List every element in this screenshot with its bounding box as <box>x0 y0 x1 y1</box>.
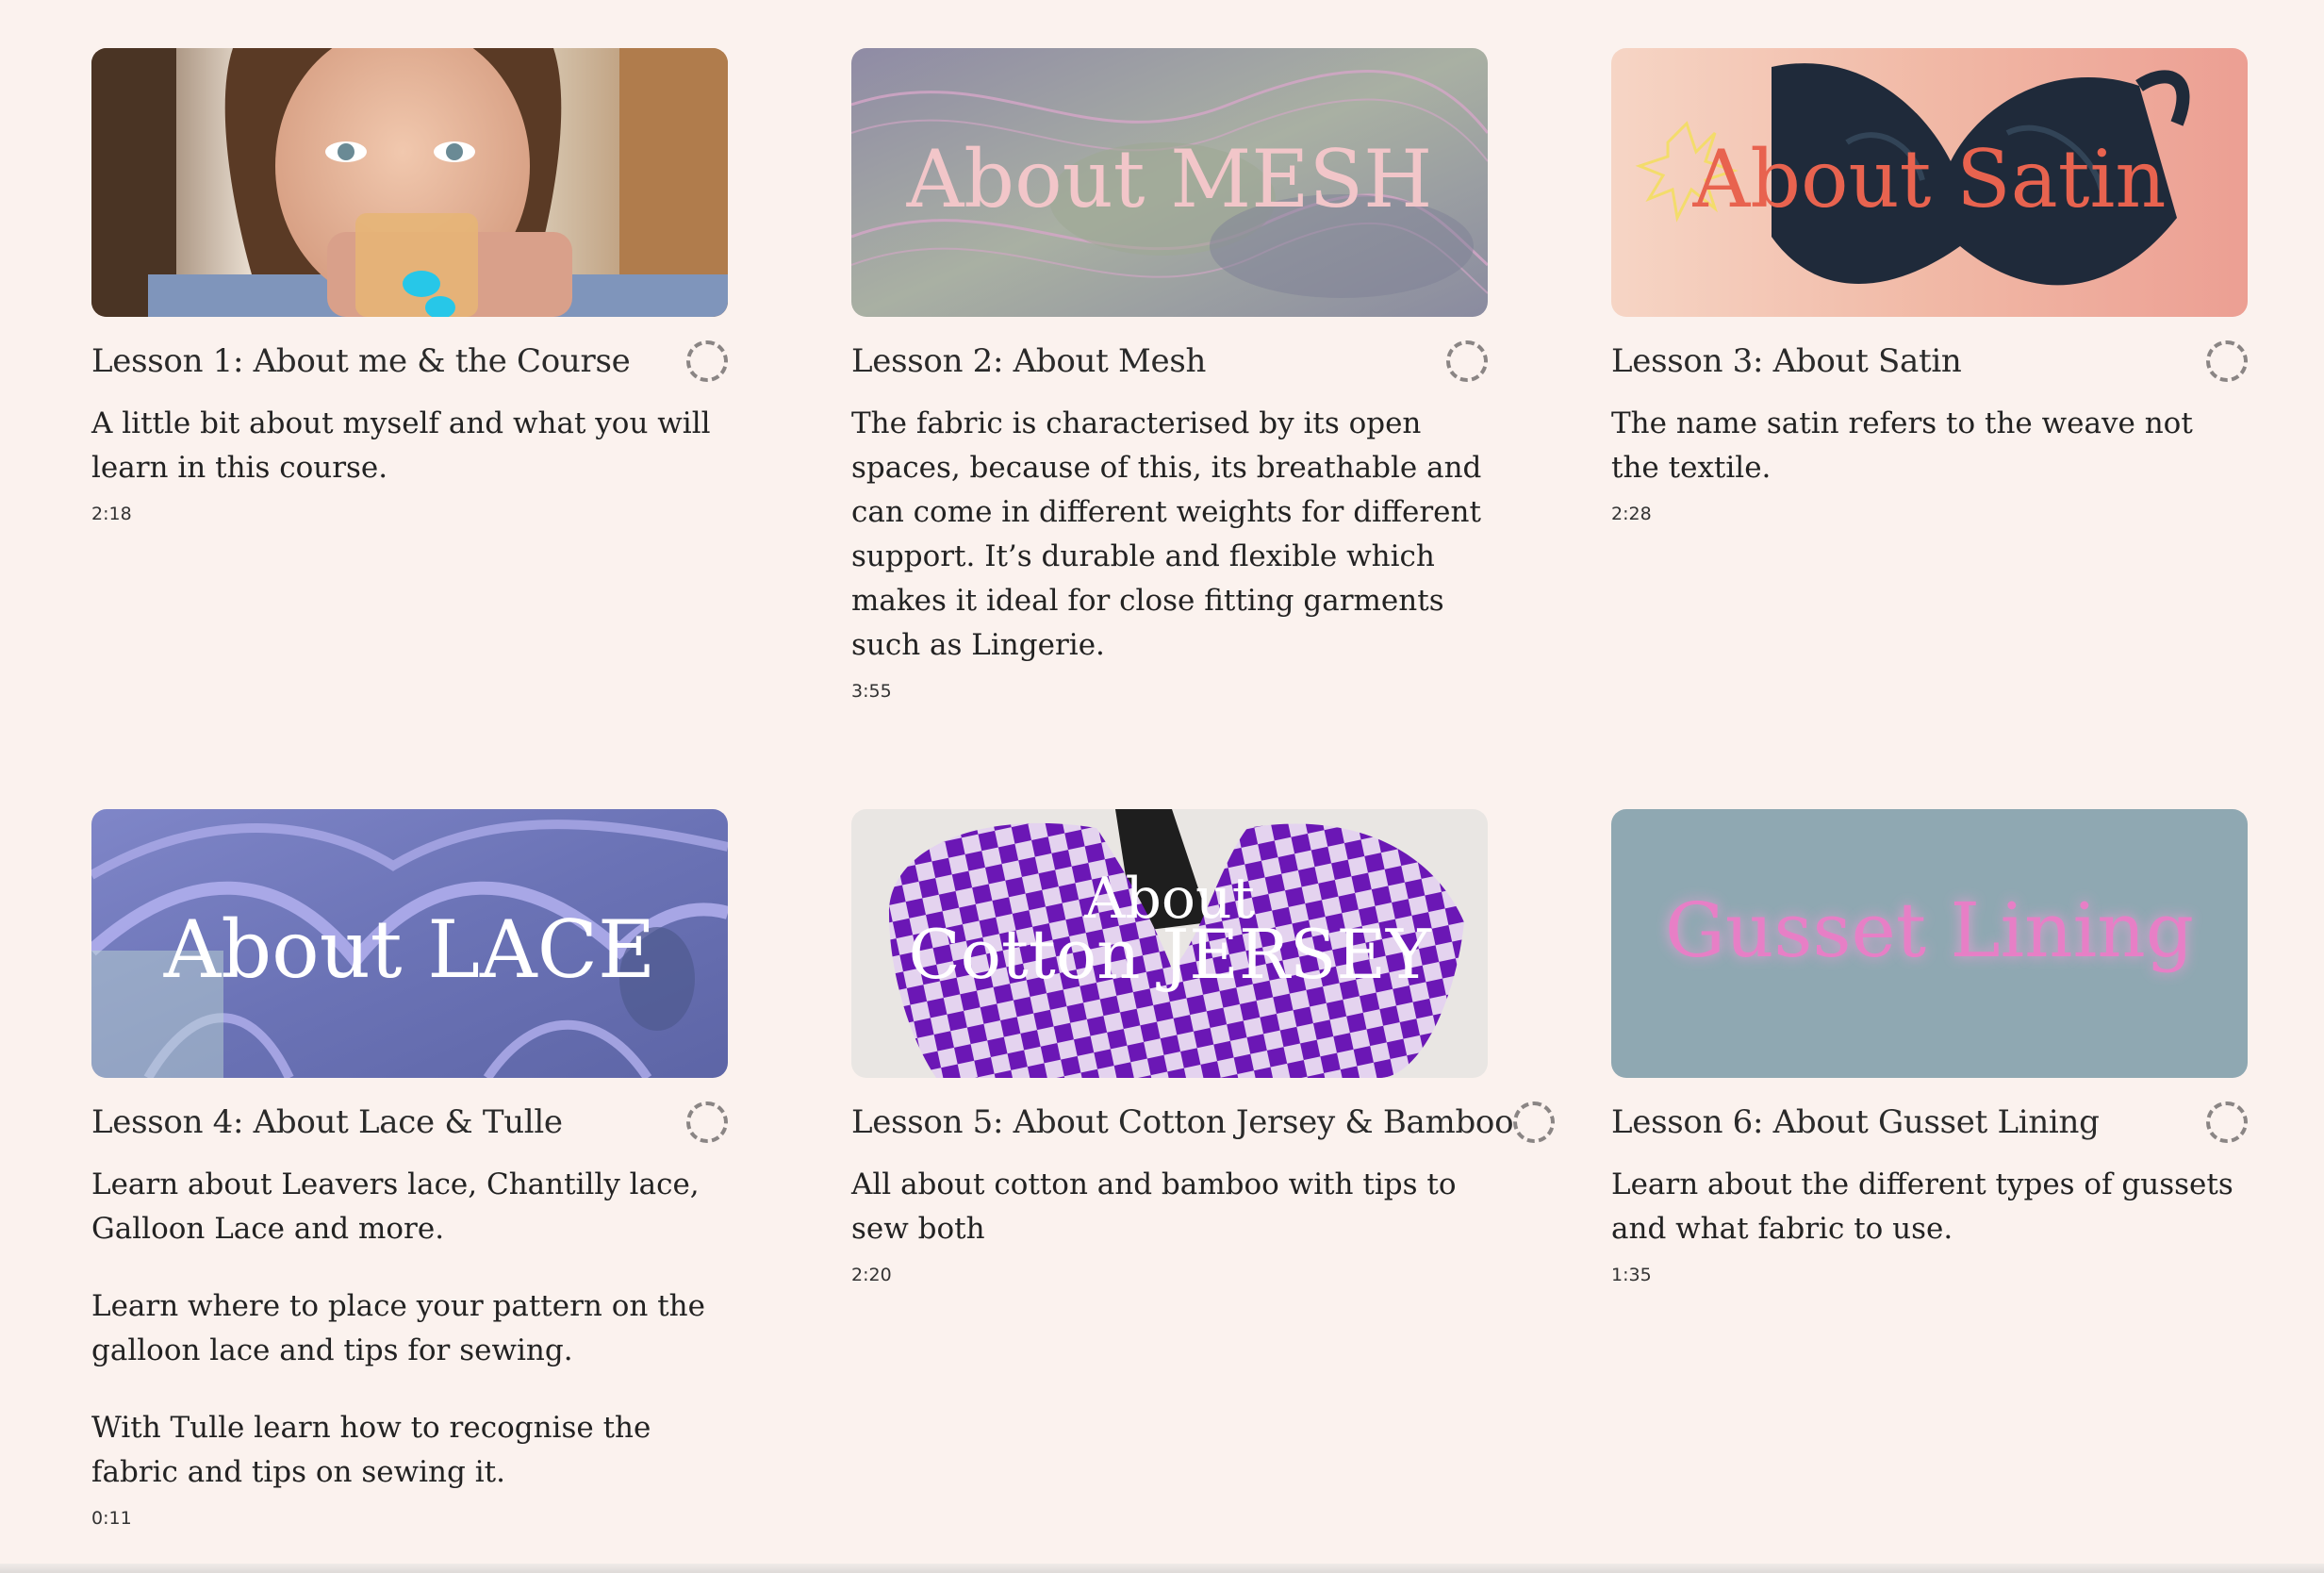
lesson-card-2[interactable]: About MESH Lesson 2: About Mesh The fabr… <box>851 48 1488 809</box>
lesson-2-duration: 3:55 <box>851 681 892 702</box>
description-paragraph: Learn about the different types of gusse… <box>1611 1167 2233 1246</box>
lesson-card-4[interactable]: About LACE Lesson 4: About Lace & Tulle … <box>91 809 728 1564</box>
lesson-card-6[interactable]: Gusset Lining Lesson 6: About Gusset Lin… <box>1611 809 2248 1564</box>
lesson-2-thumbnail-title: About MESH <box>906 133 1433 225</box>
description-paragraph: Learn where to place your pattern on the… <box>91 1289 705 1367</box>
lesson-card-1[interactable]: Lesson 1: About me & the Course A little… <box>91 48 728 809</box>
lesson-4-thumbnail[interactable]: About LACE <box>91 809 728 1078</box>
description-paragraph: With Tulle learn how to recognise the fa… <box>91 1411 651 1489</box>
lesson-4-description: Learn about Leavers lace, Chantilly lace… <box>91 1163 728 1495</box>
lesson-3-thumbnail[interactable]: About Satin <box>1611 48 2248 317</box>
lesson-1-description: A little bit about myself and what you w… <box>91 402 728 490</box>
lesson-5-title[interactable]: Lesson 5: About Cotton Jersey & Bamboo <box>851 1103 1514 1141</box>
dashed-circle-icon[interactable] <box>2206 1101 2248 1143</box>
portrait-image <box>91 48 728 317</box>
lesson-2-thumbnail[interactable]: About MESH <box>851 48 1488 317</box>
lesson-6-thumbnail-title: Gusset Lining <box>1664 886 2194 974</box>
lesson-card-5[interactable]: About Cotton JERSEY Lesson 5: About Cott… <box>851 809 1556 1564</box>
horizontal-scrollbar[interactable] <box>0 1564 2324 1573</box>
dashed-circle-icon[interactable] <box>2206 340 2248 382</box>
lesson-3-duration: 2:28 <box>1611 504 1652 524</box>
lesson-4-thumbnail-title: About LACE <box>163 903 656 996</box>
description-paragraph: The name satin refers to the weave not t… <box>1611 406 2193 485</box>
lesson-6-duration: 1:35 <box>1611 1265 1652 1285</box>
dashed-circle-icon[interactable] <box>1513 1101 1556 1143</box>
lesson-3-thumbnail-title: About Satin <box>1692 133 2167 225</box>
dashed-circle-icon[interactable] <box>686 1101 728 1143</box>
lesson-3-title[interactable]: Lesson 3: About Satin <box>1611 342 1962 380</box>
description-paragraph: The fabric is characterised by its open … <box>851 406 1482 662</box>
lesson-4-duration: 0:11 <box>91 1508 132 1529</box>
dashed-circle-icon[interactable] <box>686 340 728 382</box>
lesson-1-title[interactable]: Lesson 1: About me & the Course <box>91 342 631 380</box>
lesson-2-title[interactable]: Lesson 2: About Mesh <box>851 342 1206 380</box>
description-paragraph: All about cotton and bamboo with tips to… <box>851 1167 1457 1246</box>
lesson-1-thumbnail[interactable] <box>91 48 728 317</box>
description-paragraph: Learn about Leavers lace, Chantilly lace… <box>91 1167 700 1246</box>
description-paragraph: A little bit about myself and what you w… <box>91 406 711 485</box>
lesson-grid: Lesson 1: About me & the Course A little… <box>91 48 2249 1564</box>
lesson-2-description: The fabric is characterised by its open … <box>851 402 1488 668</box>
lesson-5-duration: 2:20 <box>851 1265 892 1285</box>
lesson-5-thumbnail-title-line2: Cotton JERSEY <box>908 915 1431 994</box>
lesson-5-description: All about cotton and bamboo with tips to… <box>851 1163 1488 1251</box>
lesson-card-3[interactable]: About Satin Lesson 3: About Satin The na… <box>1611 48 2248 809</box>
lesson-6-thumbnail[interactable]: Gusset Lining <box>1611 809 2248 1078</box>
lesson-4-title[interactable]: Lesson 4: About Lace & Tulle <box>91 1103 563 1141</box>
lesson-5-thumbnail[interactable]: About Cotton JERSEY <box>851 809 1488 1078</box>
lesson-6-description: Learn about the different types of gusse… <box>1611 1163 2248 1251</box>
dashed-circle-icon[interactable] <box>1446 340 1488 382</box>
lesson-1-duration: 2:18 <box>91 504 132 524</box>
lesson-6-title[interactable]: Lesson 6: About Gusset Lining <box>1611 1103 2100 1141</box>
lesson-3-description: The name satin refers to the weave not t… <box>1611 402 2248 490</box>
